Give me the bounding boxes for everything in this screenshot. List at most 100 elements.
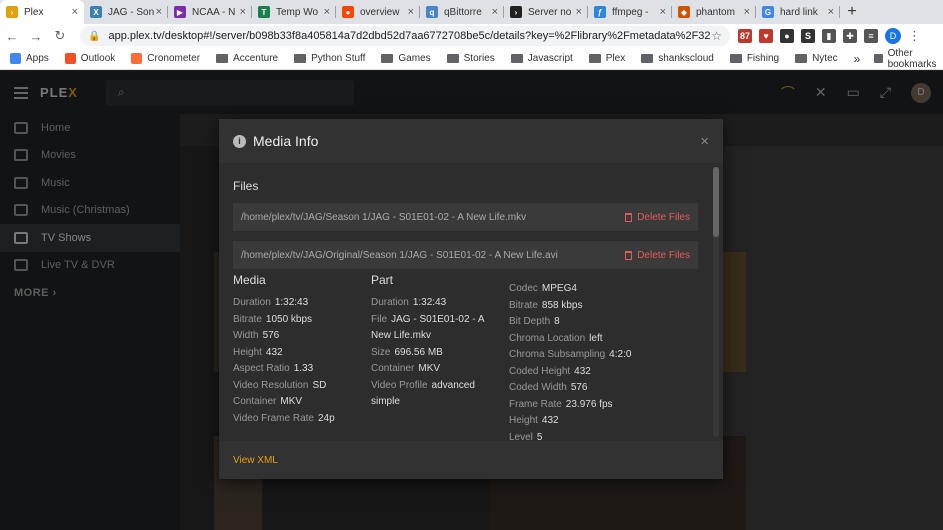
bookmark-item[interactable]: Apps xyxy=(10,53,49,64)
bookmarks-overflow-button[interactable]: » xyxy=(854,52,861,66)
detail-value: MKV xyxy=(418,363,441,374)
new-tab-button[interactable]: + xyxy=(840,0,864,24)
tab-close-icon[interactable]: × xyxy=(240,6,246,18)
bookmarks-bar: Apps Outlook Cronometer Accenture Python Stu… xyxy=(0,48,943,70)
forward-icon[interactable]: → xyxy=(24,29,48,44)
part-rows: Duration 1:32:43 File JAG - S01E01-02 - A N… xyxy=(371,295,501,411)
detail-key: Video Profile xyxy=(371,379,428,391)
lock-icon[interactable]: 🔒 xyxy=(88,31,100,42)
browser-tab[interactable]: › Plex × xyxy=(0,0,84,24)
browser-tab[interactable]: T Temp Wo × xyxy=(252,0,336,24)
close-button[interactable]: × xyxy=(700,133,709,150)
tab-title: Plex xyxy=(24,6,44,18)
detail-row: Duration 1:32:43 xyxy=(233,295,363,312)
folder-icon xyxy=(588,54,601,63)
dialog-scrollbar[interactable] xyxy=(713,167,719,437)
bookmark-item[interactable]: Cronometer xyxy=(131,53,200,64)
view-xml-link[interactable]: View XML xyxy=(233,455,278,466)
file-row: /home/plex/tv/JAG/Original/Season 1/JAG … xyxy=(233,241,698,269)
extension-icon[interactable]: 87 xyxy=(738,29,752,43)
profile-avatar[interactable]: D xyxy=(885,28,901,44)
tab-close-icon[interactable]: × xyxy=(660,6,666,18)
bookmark-item[interactable]: shankscloud xyxy=(641,53,714,64)
tab-title: Temp Wo xyxy=(276,6,319,18)
dialog-footer: View XML xyxy=(219,441,723,479)
tab-title: overview xyxy=(360,6,400,18)
detail-key: Video Frame Rate xyxy=(233,412,314,424)
browser-tab[interactable]: ▶ NCAA - N × xyxy=(168,0,252,24)
bookmark-item[interactable]: Games xyxy=(381,53,431,64)
file-row: /home/plex/tv/JAG/Season 1/JAG - S01E01-… xyxy=(233,203,698,231)
browser-tab[interactable]: ◆ phantom × xyxy=(672,0,756,24)
detail-row: Bitrate 1050 kbps xyxy=(233,312,363,329)
tab-close-icon[interactable]: × xyxy=(324,6,330,18)
detail-row: Video Profile advanced simple xyxy=(371,378,501,411)
bookmarks-right: » Other bookmarks xyxy=(854,48,943,70)
tab-close-icon[interactable]: × xyxy=(492,6,498,18)
tab-close-icon[interactable]: × xyxy=(828,6,834,18)
tab-close-icon[interactable]: × xyxy=(744,6,750,18)
folder-icon xyxy=(874,54,883,63)
detail-key: Level xyxy=(509,431,533,442)
browser-tab[interactable]: Ghard link × xyxy=(756,0,840,24)
browser-tab[interactable]: X JAG - Son × xyxy=(84,0,168,24)
bookmark-item[interactable]: Outlook xyxy=(64,53,116,64)
media-column: Media Duration 1:32:43 Bitrate 1050 kbps Wid… xyxy=(233,273,363,427)
delete-files-button[interactable]: Delete Files xyxy=(625,250,690,261)
detail-value: JAG - S01E01-02 - A New Life.mkv xyxy=(371,313,484,342)
tab-close-icon[interactable]: × xyxy=(408,6,414,18)
bookmark-item[interactable]: Accenture xyxy=(216,53,278,64)
bookmark-item[interactable]: Fishing xyxy=(729,53,779,64)
extension-icon[interactable]: ♥ xyxy=(759,29,773,43)
extension-icon[interactable]: S xyxy=(801,29,815,43)
address-bar[interactable]: 🔒 app.plex.tv/desktop#!/server/b098b33f8… xyxy=(80,26,730,46)
detail-row: Coded Width 576 xyxy=(509,380,699,397)
bookmark-star-icon[interactable]: ☆ xyxy=(711,29,722,43)
bookmark-label: Nytec xyxy=(812,53,838,64)
bookmark-item[interactable]: Javascript xyxy=(510,53,573,64)
tab-favicon-icon: X xyxy=(90,6,102,18)
bookmark-item[interactable]: Python Stuff xyxy=(294,53,365,64)
bookmark-label: Cronometer xyxy=(147,53,201,64)
browser-tab[interactable]: › Server no × xyxy=(504,0,588,24)
bookmark-label: Stories xyxy=(463,53,495,64)
browser-tab[interactable]: ● overview × xyxy=(336,0,420,24)
delete-files-button[interactable]: Delete Files xyxy=(625,212,690,223)
detail-key: Height xyxy=(233,346,262,358)
folder-icon xyxy=(381,54,394,63)
tab-favicon-icon: T xyxy=(258,6,270,18)
bookmark-item[interactable]: Nytec xyxy=(795,53,838,64)
detail-key: File xyxy=(371,313,388,325)
tab-close-icon[interactable]: × xyxy=(576,6,582,18)
bookmark-item[interactable]: Plex xyxy=(588,53,625,64)
back-icon[interactable]: ← xyxy=(0,29,24,44)
other-bookmarks[interactable]: Other bookmarks xyxy=(888,48,941,70)
apps-icon xyxy=(10,53,21,64)
browser-tab[interactable]: q qBittorre × xyxy=(420,0,504,24)
chrome-menu-icon[interactable]: ⋮ xyxy=(908,28,921,44)
tab-close-icon[interactable]: × xyxy=(72,6,78,18)
bookmark-list: Apps Outlook Cronometer Accenture Python Stu… xyxy=(10,53,854,64)
extension-icon[interactable]: ✚ xyxy=(843,29,857,43)
tab-title: phantom xyxy=(696,6,735,18)
tab-close-icon[interactable]: × xyxy=(156,6,162,18)
scrollbar-thumb[interactable] xyxy=(713,167,719,237)
bookmark-label: Outlook xyxy=(80,53,116,64)
tab-favicon-icon: › xyxy=(6,6,18,18)
extension-icon[interactable]: ▮ xyxy=(822,29,836,43)
extension-icon[interactable]: ≡ xyxy=(864,29,878,43)
browser-tab[interactable]: ƒ ffmpeg - × xyxy=(588,0,672,24)
reload-icon[interactable]: ↻ xyxy=(48,28,72,44)
detail-row: Video Resolution SD xyxy=(233,378,363,395)
detail-key: Chroma Subsampling xyxy=(509,349,606,360)
tab-title: Server no xyxy=(528,6,572,18)
tab-favicon-icon: G xyxy=(762,6,774,18)
extension-icon[interactable]: ● xyxy=(780,29,794,43)
tab-favicon-icon: ▶ xyxy=(174,6,186,18)
detail-key: Codec xyxy=(509,283,538,294)
bookmark-item[interactable]: Stories xyxy=(446,53,495,64)
detail-key: Width xyxy=(233,330,259,341)
tab-title: NCAA - N xyxy=(192,6,236,18)
tab-separator xyxy=(839,6,840,18)
detail-value: MPEG4 xyxy=(541,283,577,294)
